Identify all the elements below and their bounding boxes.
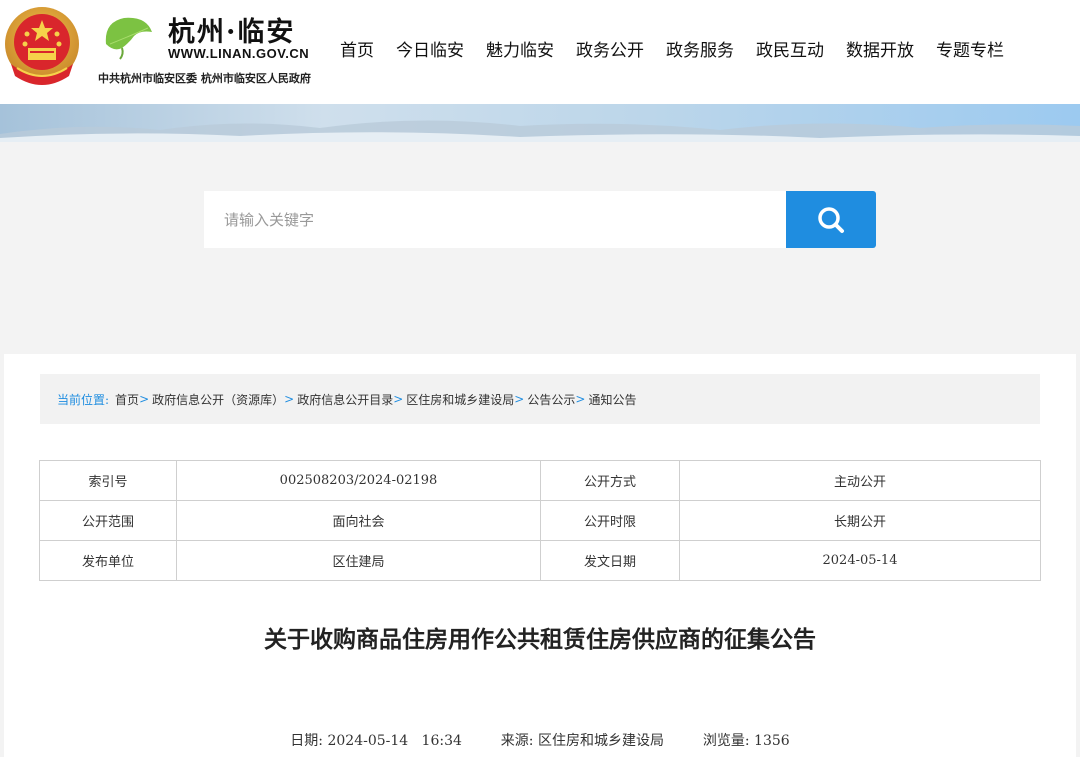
breadcrumb: 当前位置: 首页 > 政府信息公开（资源库） > 政府信息公开目录 > 区住房和… (40, 374, 1040, 424)
meta-value-disclosure-method: 主动公开 (679, 460, 1041, 501)
breadcrumb-item-info-catalog[interactable]: 政府信息公开目录 (297, 391, 393, 408)
search-button[interactable] (786, 191, 876, 248)
breadcrumb-separator: > (139, 392, 150, 406)
site-header: 杭州·临安 WWW.LINAN.GOV.CN 中共杭州市临安区委 杭州市临安区人… (0, 0, 1080, 104)
source-label: 来源: (500, 733, 534, 749)
nav-item-charm-linan[interactable]: 魅力临安 (486, 36, 554, 66)
views-label: 浏览量: (702, 733, 750, 749)
source-value: 区住房和城乡建设局 (537, 733, 664, 749)
nav-item-open-data[interactable]: 数据开放 (846, 36, 914, 66)
header-banner (0, 104, 1080, 142)
article-info: 日期: 2024-05-14 16:34 来源: 区住房和城乡建设局 浏览量: … (4, 730, 1076, 750)
table-row: 索引号 002508203/2024-02198 公开方式 主动公开 (39, 460, 1041, 501)
site-name[interactable]: 杭州·临安 (168, 10, 295, 49)
breadcrumb-item-gov-info[interactable]: 政府信息公开（资源库） (152, 391, 284, 408)
breadcrumb-separator: > (284, 392, 295, 406)
meta-key-issue-date: 发文日期 (540, 540, 680, 581)
article-title: 关于收购商品住房用作公共租赁住房供应商的征集公告 (264, 626, 816, 653)
breadcrumb-separator: > (393, 392, 404, 406)
nav-item-gov-disclosure[interactable]: 政务公开 (576, 36, 644, 66)
national-emblem-icon[interactable] (3, 4, 81, 90)
site-orgs: 中共杭州市临安区委 杭州市临安区人民政府 (98, 72, 311, 85)
date-value: 2024-05-14 16:34 (327, 733, 462, 749)
meta-key-publisher: 发布单位 (39, 540, 177, 581)
date-label: 日期: (290, 733, 324, 749)
table-row: 公开范围 面向社会 公开时限 长期公开 (39, 500, 1041, 541)
search-icon (818, 206, 844, 233)
meta-value-issue-date: 2024-05-14 (679, 540, 1041, 581)
nav-item-home[interactable]: 首页 (340, 36, 374, 66)
meta-value-index: 002508203/2024-02198 (176, 460, 541, 501)
document-meta-table: 索引号 002508203/2024-02198 公开方式 主动公开 公开范围 … (39, 460, 1041, 581)
site-domain: WWW.LINAN.GOV.CN (168, 46, 310, 61)
breadcrumb-label: 当前位置: (57, 392, 110, 407)
ginkgo-leaf-icon (105, 17, 152, 60)
nav-item-today-linan[interactable]: 今日临安 (396, 36, 464, 66)
breadcrumb-item-housing-bureau[interactable]: 区住房和城乡建设局 (406, 391, 514, 408)
nav-item-special-topics[interactable]: 专题专栏 (936, 36, 1004, 66)
meta-value-scope: 面向社会 (176, 500, 541, 541)
table-row: 发布单位 区住建局 发文日期 2024-05-14 (39, 540, 1041, 581)
meta-value-publisher: 区住建局 (176, 540, 541, 581)
breadcrumb-item-notices[interactable]: 通知公告 (588, 391, 636, 408)
meta-key-index: 索引号 (39, 460, 177, 501)
mountain-banner-image (0, 120, 1080, 142)
content-card: 当前位置: 首页 > 政府信息公开（资源库） > 政府信息公开目录 > 区住房和… (4, 354, 1076, 757)
nav-item-gov-services[interactable]: 政务服务 (666, 36, 734, 66)
breadcrumb-separator: > (575, 392, 586, 406)
meta-key-scope: 公开范围 (39, 500, 177, 541)
meta-key-disclosure-method: 公开方式 (540, 460, 680, 501)
nav-item-interaction[interactable]: 政民互动 (756, 36, 824, 66)
search-input[interactable] (204, 191, 786, 248)
breadcrumb-item-home[interactable]: 首页 (115, 391, 139, 408)
main-nav: 首页 今日临安 魅力临安 政务公开 政务服务 政民互动 数据开放 专题专栏 (340, 36, 1026, 66)
breadcrumb-item-announcements[interactable]: 公告公示 (527, 391, 575, 408)
meta-value-duration: 长期公开 (679, 500, 1041, 541)
meta-key-duration: 公开时限 (540, 500, 680, 541)
views-value: 1356 (754, 733, 790, 749)
breadcrumb-separator: > (514, 392, 525, 406)
